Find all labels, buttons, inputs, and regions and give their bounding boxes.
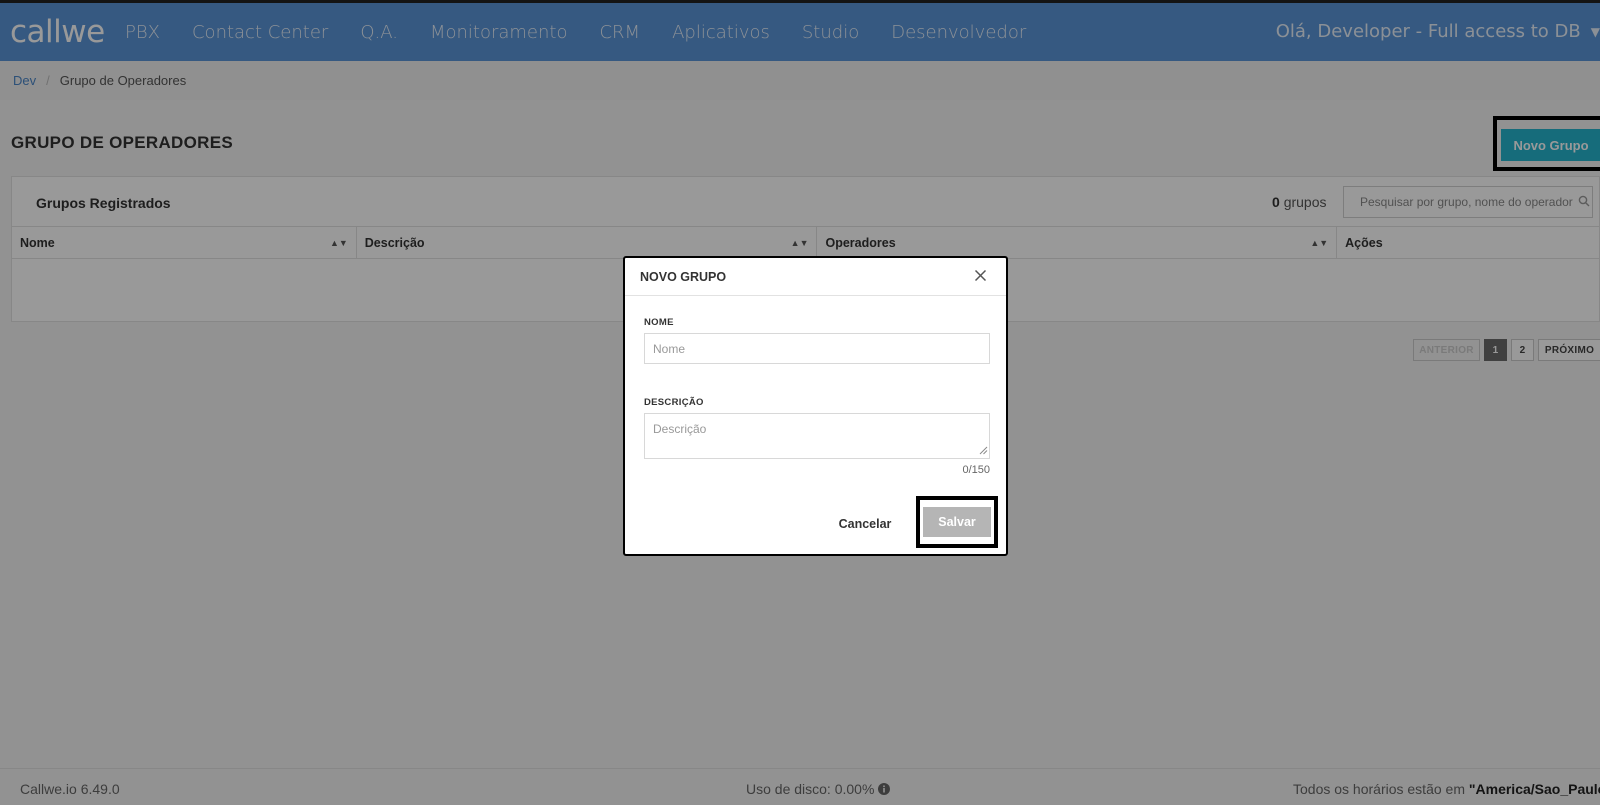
resize-grip-icon[interactable] bbox=[979, 446, 988, 455]
name-input[interactable] bbox=[644, 333, 990, 364]
description-textarea[interactable] bbox=[644, 413, 990, 459]
name-label: NOME bbox=[644, 317, 674, 328]
cancel-button[interactable]: Cancelar bbox=[835, 514, 895, 534]
new-group-modal: NOVO GRUPO NOME DESCRIÇÃO 0/150 Cancelar… bbox=[623, 256, 1008, 556]
save-button[interactable]: Salvar bbox=[923, 507, 991, 537]
modal-title: NOVO GRUPO bbox=[640, 270, 727, 284]
modal-header: NOVO GRUPO bbox=[625, 258, 1006, 296]
description-label: DESCRIÇÃO bbox=[644, 397, 704, 408]
character-counter: 0/150 bbox=[962, 464, 990, 476]
close-icon[interactable] bbox=[974, 269, 987, 282]
